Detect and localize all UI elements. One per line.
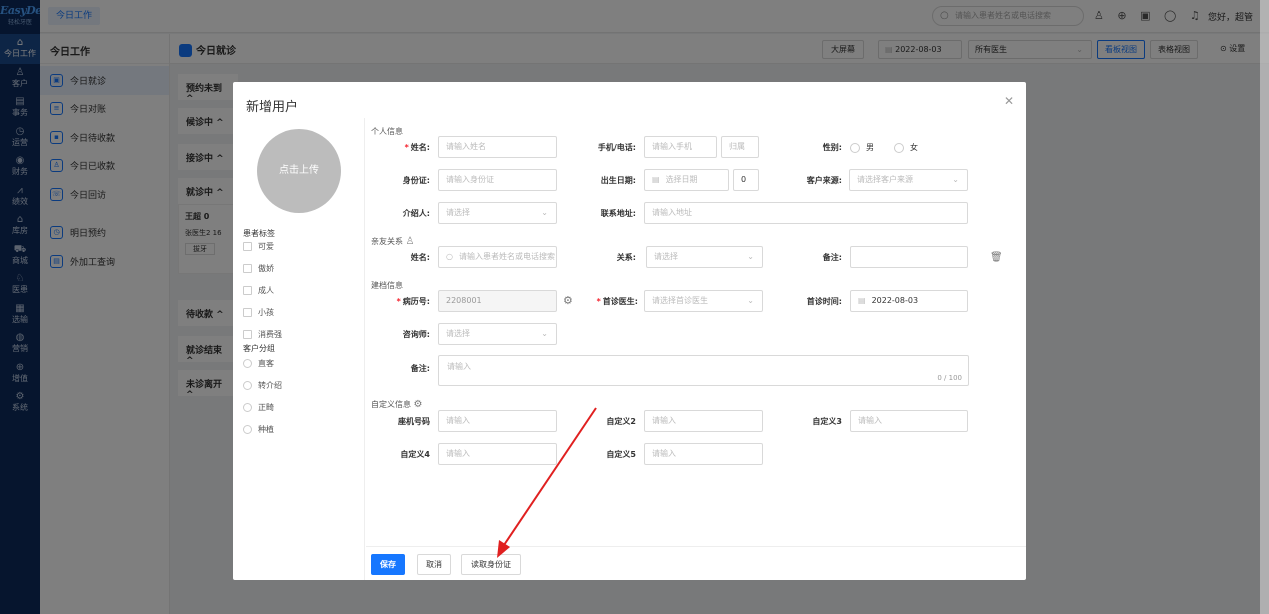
calendar-icon: ▤ (652, 175, 660, 184)
landline-input[interactable]: 请输入 (438, 410, 557, 432)
relation-label: 关系: (616, 253, 636, 262)
gender-label: 性别: (822, 143, 842, 152)
custom3-label: 自定义3 (812, 417, 842, 426)
section-personal: 个人信息 (371, 127, 403, 136)
name-label: * 姓名: (404, 143, 430, 152)
chevron-down-icon: ⌄ (541, 208, 548, 217)
tag-checkbox[interactable]: 成人 (243, 285, 274, 296)
birth-label: 出生日期: (600, 176, 636, 185)
group-radio[interactable]: 正畸 (243, 402, 274, 413)
first-time-picker[interactable]: ▤ 2022-08-03 (850, 290, 968, 312)
chevron-down-icon: ⌄ (541, 329, 548, 338)
name-input[interactable]: 请输入姓名 (438, 136, 557, 158)
referrer-select[interactable]: 请选择 ⌄ (438, 202, 557, 224)
tag-checkbox[interactable]: 小孩 (243, 307, 274, 318)
close-icon[interactable]: ✕ (1004, 94, 1014, 108)
idcard-label: 身份证: (402, 176, 430, 185)
group-radio[interactable]: 种植 (243, 424, 274, 435)
first-time-label: 首诊时间: (806, 297, 842, 306)
phone-input[interactable]: 请输入手机 (644, 136, 717, 158)
relative-note-input[interactable] (850, 246, 968, 268)
relative-name-label: 姓名: (410, 253, 430, 262)
custom2-label: 自定义2 (606, 417, 636, 426)
birth-date-picker[interactable]: ▤ 选择日期 (644, 169, 729, 191)
trash-icon[interactable]: 🗑 (990, 252, 1003, 263)
chevron-down-icon: ⌄ (952, 175, 959, 184)
search-icon: ○ (446, 252, 453, 261)
custom2-input[interactable]: 请输入 (644, 410, 763, 432)
modal-footer: 保存 取消 读取身份证 (366, 546, 1026, 580)
address-label: 联系地址: (600, 209, 636, 218)
note-char-count: 0 / 100 (937, 374, 962, 382)
group-radio[interactable]: 转介绍 (243, 380, 282, 391)
tags-title: 患者标签 (243, 229, 275, 238)
address-input[interactable]: 请输入地址 (644, 202, 968, 224)
note-label: 备注: (410, 364, 430, 373)
gender-female-radio[interactable]: 女 (894, 142, 918, 153)
modal-form: 个人信息 * 姓名: 请输入姓名 手机/电话: 请输入手机 归属 性别: 男 女 … (366, 118, 1026, 546)
custom4-label: 自定义4 (400, 450, 430, 459)
relative-search-input[interactable]: ○ 请输入患者姓名或电话搜索 (438, 246, 557, 268)
referrer-label: 介绍人: (402, 209, 430, 218)
custom5-label: 自定义5 (606, 450, 636, 459)
add-user-modal: 新增用户 ✕ 点击上传 患者标签 可爱 傲娇 成人 小孩 消费强 客户分组 直客… (233, 82, 1026, 580)
section-relatives: 亲友关系 ♙ (371, 236, 415, 247)
custom5-input[interactable]: 请输入 (644, 443, 763, 465)
avatar-upload[interactable]: 点击上传 (257, 129, 341, 213)
tag-checkbox[interactable]: 可爱 (243, 241, 274, 252)
calendar-icon: ▤ (858, 296, 866, 305)
custom4-input[interactable]: 请输入 (438, 443, 557, 465)
groups-title: 客户分组 (243, 344, 275, 353)
first-doctor-label: * 首诊医生: (596, 297, 638, 306)
tag-checkbox[interactable]: 消费强 (243, 329, 282, 340)
tag-checkbox[interactable]: 傲娇 (243, 263, 274, 274)
age-input[interactable]: 0 (733, 169, 759, 191)
gear-icon[interactable]: ⚙ (414, 399, 423, 410)
group-radio[interactable]: 直客 (243, 358, 274, 369)
relative-note-label: 备注: (822, 253, 842, 262)
chevron-down-icon: ⌄ (747, 252, 754, 261)
note-textarea[interactable]: 请输入 0 / 100 (438, 355, 969, 386)
chevron-down-icon: ⌄ (747, 296, 754, 305)
first-doctor-select[interactable]: 请选择首诊医生 ⌄ (644, 290, 763, 312)
record-no-input[interactable]: 2208001 (438, 290, 557, 312)
landline-label: 座机号码 (398, 417, 430, 426)
relation-select[interactable]: 请选择 ⌄ (646, 246, 763, 268)
source-select[interactable]: 请选择客户来源 ⌄ (849, 169, 968, 191)
idcard-input[interactable]: 请输入身份证 (438, 169, 557, 191)
modal-title: 新增用户 (246, 100, 299, 115)
source-label: 客户来源: (806, 176, 842, 185)
record-no-label: * 病历号: (396, 297, 430, 306)
gear-icon[interactable]: ⚙ (563, 294, 573, 307)
read-id-card-button[interactable]: 读取身份证 (461, 554, 521, 575)
modal-left-panel: 点击上传 患者标签 可爱 傲娇 成人 小孩 消费强 客户分组 直客 转介绍 正畸… (233, 118, 365, 580)
gender-male-radio[interactable]: 男 (850, 142, 874, 153)
cancel-button[interactable]: 取消 (417, 554, 451, 575)
consultant-label: 咨询师: (402, 330, 430, 339)
phone-region-input[interactable]: 归属 (721, 136, 759, 158)
add-relative-icon[interactable]: ♙ (406, 236, 415, 247)
page-scrollbar[interactable] (1260, 0, 1269, 614)
section-custom: 自定义信息 ⚙ (371, 399, 423, 410)
custom3-input[interactable]: 请输入 (850, 410, 968, 432)
section-record: 建档信息 (371, 281, 403, 290)
consultant-select[interactable]: 请选择 ⌄ (438, 323, 557, 345)
phone-label: 手机/电话: (597, 143, 636, 152)
save-button[interactable]: 保存 (371, 554, 405, 575)
